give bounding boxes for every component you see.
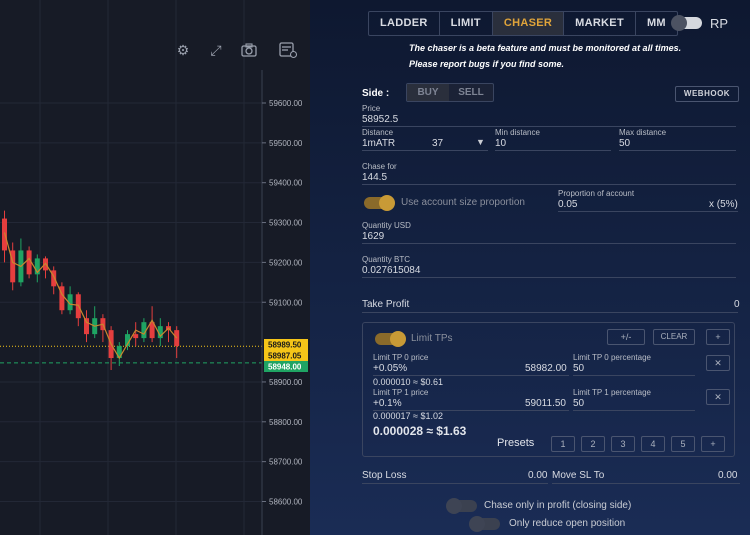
- tp1-price-input[interactable]: +0.1%: [373, 398, 402, 409]
- max-distance-label: Max distance: [619, 128, 667, 137]
- price-marker-label: 58948.00: [268, 363, 302, 372]
- price-tick-label: 59400.00: [269, 179, 303, 188]
- chaser-order-panel: LADDER LIMIT CHASER MARKET MM RP The cha…: [310, 0, 750, 535]
- tp1-abs-price: 59011.50: [525, 398, 566, 409]
- price-tick-label: 59600.00: [269, 99, 303, 108]
- stop-loss-label: Stop Loss: [362, 470, 407, 481]
- price-tick-label: 59100.00: [269, 298, 303, 307]
- preset-2-button[interactable]: 2: [581, 436, 605, 452]
- price-label: Price: [362, 104, 381, 113]
- tab-chaser[interactable]: CHASER: [492, 12, 565, 35]
- take-profit-value[interactable]: 0: [734, 299, 740, 310]
- price-chart[interactable]: 59600.00 59500.00 59400.00 59300.00 59200.00…: [0, 0, 310, 535]
- side-selector: BUY SELL: [406, 83, 494, 102]
- max-distance-input[interactable]: 50: [619, 138, 630, 149]
- limit-tps-toggle[interactable]: [375, 331, 406, 347]
- camera-icon[interactable]: [240, 41, 258, 59]
- price-tick-label: 59500.00: [269, 139, 303, 148]
- price-tick-label: 58900.00: [269, 378, 303, 387]
- add-preset-button[interactable]: +: [701, 436, 725, 452]
- price-tick-label: 58600.00: [269, 498, 303, 507]
- preset-1-button[interactable]: 1: [551, 436, 575, 452]
- order-type-tabs: LADDER LIMIT CHASER MARKET MM: [368, 11, 678, 36]
- tab-market[interactable]: MARKET: [564, 12, 636, 35]
- presets-label: Presets: [497, 437, 535, 449]
- side-label: Side :: [362, 88, 390, 99]
- tp0-abs-price: 58982.00: [525, 363, 567, 374]
- account-size-toggle[interactable]: [364, 195, 395, 211]
- distance-input[interactable]: 37: [432, 138, 443, 149]
- quantity-usd-input[interactable]: 1629: [362, 231, 384, 242]
- candle-body: [84, 318, 89, 335]
- price-input[interactable]: 58952.5: [362, 114, 398, 125]
- move-sl-label: Move SL To: [552, 470, 605, 481]
- add-tp-button[interactable]: +: [706, 329, 730, 345]
- min-distance-input[interactable]: 10: [495, 138, 506, 149]
- chase-for-input[interactable]: 144.5: [362, 172, 387, 183]
- take-profit-label: Take Profit: [362, 299, 410, 310]
- clear-button[interactable]: CLEAR: [653, 329, 695, 345]
- proportion-input[interactable]: 0.05: [558, 199, 577, 210]
- close-icon[interactable]: ✕: [706, 355, 730, 371]
- preset-5-button[interactable]: 5: [671, 436, 695, 452]
- tp0-price-label: Limit TP 0 price: [373, 353, 429, 362]
- preset-3-button[interactable]: 3: [611, 436, 635, 452]
- plus-minus-button[interactable]: +/-: [607, 329, 645, 345]
- price-tick-label: 58700.00: [269, 458, 303, 467]
- price-marker-label: 58987.05: [268, 352, 302, 361]
- stop-loss-value[interactable]: 0.00: [528, 470, 547, 481]
- tp0-percentage-input[interactable]: 50: [573, 363, 584, 374]
- chase-for-label: Chase for: [362, 162, 397, 171]
- price-tick-label: 59200.00: [269, 258, 303, 267]
- sell-button[interactable]: SELL: [449, 84, 493, 101]
- quantity-btc-input[interactable]: 0.027615084: [362, 265, 420, 276]
- reduce-only-toggle[interactable]: [469, 516, 500, 532]
- quantity-btc-label: Quantity BTC: [362, 255, 411, 264]
- caret-down-icon[interactable]: ▼: [476, 137, 485, 147]
- expand-icon[interactable]: ⤢: [207, 41, 225, 59]
- tp0-price-input[interactable]: +0.05%: [373, 363, 407, 374]
- distance-mode-select[interactable]: 1mATR: [362, 138, 395, 149]
- close-icon[interactable]: ✕: [706, 389, 730, 405]
- rp-toggle[interactable]: [671, 15, 702, 31]
- chart-canvas[interactable]: 59600.00 59500.00 59400.00 59300.00 59200.00…: [0, 0, 310, 535]
- tp0-percentage-label: Limit TP 0 percentage: [573, 353, 651, 362]
- price-tick-label: 59300.00: [269, 219, 303, 228]
- proportion-suffix: x (5%): [709, 199, 738, 210]
- chase-profit-label: Chase only in profit (closing side): [484, 500, 632, 511]
- rp-label: RP: [710, 16, 729, 31]
- beta-notice-line2: Please report bugs if you find some.: [409, 59, 565, 69]
- min-distance-label: Min distance: [495, 128, 540, 137]
- quantity-usd-label: Quantity USD: [362, 221, 411, 230]
- distance-label: Distance: [362, 128, 394, 137]
- chase-profit-toggle[interactable]: [446, 498, 477, 514]
- move-sl-value[interactable]: 0.00: [718, 470, 737, 481]
- candle-body: [133, 334, 139, 339]
- proportion-label: Proportion of account: [558, 189, 635, 198]
- tp1-price-label: Limit TP 1 price: [373, 388, 429, 397]
- reduce-only-label: Only reduce open position: [509, 518, 626, 529]
- preset-4-button[interactable]: 4: [641, 436, 665, 452]
- gear-icon[interactable]: ⚙: [174, 41, 192, 59]
- tab-ladder[interactable]: LADDER: [369, 12, 440, 35]
- limit-tps-box: Limit TPs +/- CLEAR + Limit TP 0 price +…: [362, 322, 735, 457]
- webhook-button[interactable]: WEBHOOK: [675, 86, 739, 102]
- tp1-percentage-label: Limit TP 1 percentage: [573, 388, 651, 397]
- beta-notice-line1: The chaser is a beta feature and must be…: [409, 43, 682, 53]
- buy-button[interactable]: BUY: [407, 84, 449, 101]
- tp0-amount: 0.000010 ≈ $0.61: [373, 377, 444, 387]
- calendar-note-icon[interactable]: [278, 41, 298, 59]
- tp1-percentage-input[interactable]: 50: [573, 398, 584, 409]
- price-marker-label: 58989.50: [268, 341, 302, 350]
- limit-tps-label: Limit TPs: [411, 333, 453, 344]
- tp1-amount: 0.000017 ≈ $1.02: [373, 411, 444, 421]
- account-size-label: Use account size proportion: [401, 197, 525, 208]
- price-tick-label: 58800.00: [269, 418, 303, 427]
- tp-total: 0.000028 ≈ $1.63: [373, 424, 467, 438]
- tab-limit[interactable]: LIMIT: [440, 12, 493, 35]
